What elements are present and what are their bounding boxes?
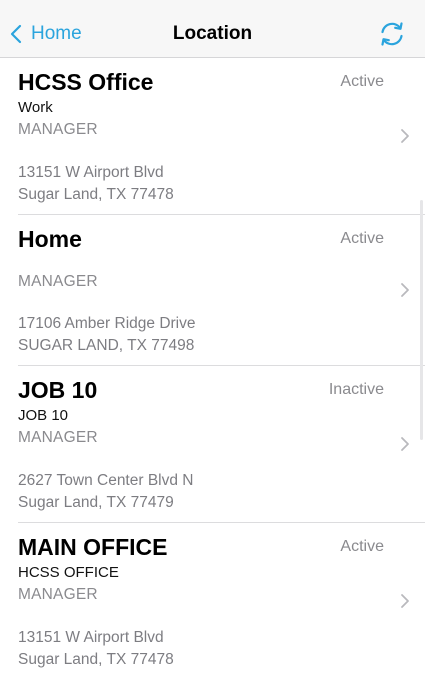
location-address-line2: Sugar Land, TX 77478 bbox=[18, 651, 174, 668]
location-type: JOB 10 bbox=[18, 407, 69, 424]
chevron-right-icon bbox=[400, 128, 410, 144]
location-type: HCSS OFFICE bbox=[18, 564, 119, 581]
location-address-line2: Sugar Land, TX 77479 bbox=[18, 494, 174, 511]
location-name: JOB 10 bbox=[18, 377, 98, 403]
location-role: MANAGER bbox=[18, 429, 98, 446]
location-address-line1: 17106 Amber Ridge Drive bbox=[18, 315, 196, 332]
chevron-right-icon bbox=[400, 436, 410, 452]
location-address-line2: SUGAR LAND, TX 77498 bbox=[18, 337, 195, 354]
refresh-icon bbox=[377, 19, 407, 49]
navigation-bar: Home Location bbox=[0, 0, 425, 58]
location-address-line2: Sugar Land, TX 77478 bbox=[18, 186, 174, 203]
location-address-line1: 2627 Town Center Blvd N bbox=[18, 472, 194, 489]
location-address-line1: 13151 W Airport Blvd bbox=[18, 164, 164, 181]
location-row-main-office[interactable]: MAIN OFFICE Active HCSS OFFICE MANAGER 1… bbox=[0, 523, 425, 680]
location-row-job-10[interactable]: JOB 10 Inactive JOB 10 MANAGER 2627 Town… bbox=[0, 366, 425, 523]
location-name: Home bbox=[18, 226, 82, 252]
location-role: MANAGER bbox=[18, 273, 98, 290]
location-address-line1: 13151 W Airport Blvd bbox=[18, 629, 164, 646]
chevron-left-icon bbox=[10, 24, 22, 44]
location-name: MAIN OFFICE bbox=[18, 534, 168, 560]
location-row-hcss-office[interactable]: HCSS Office Active Work MANAGER 13151 W … bbox=[0, 58, 425, 215]
chevron-right-icon bbox=[400, 593, 410, 609]
back-button[interactable]: Home bbox=[10, 20, 82, 48]
back-button-label: Home bbox=[31, 23, 82, 44]
location-row-home[interactable]: Home Active MANAGER 17106 Amber Ridge Dr… bbox=[0, 215, 425, 366]
refresh-button[interactable] bbox=[377, 19, 407, 49]
location-status: Active bbox=[340, 73, 384, 90]
location-role: MANAGER bbox=[18, 121, 98, 138]
location-status: Inactive bbox=[328, 381, 384, 398]
location-name: HCSS Office bbox=[18, 69, 154, 95]
location-list: HCSS Office Active Work MANAGER 13151 W … bbox=[0, 58, 425, 680]
location-type: Work bbox=[18, 99, 53, 116]
scroll-indicator[interactable] bbox=[420, 200, 423, 440]
chevron-right-icon bbox=[400, 282, 410, 298]
location-role: MANAGER bbox=[18, 586, 98, 603]
location-status: Active bbox=[340, 538, 384, 555]
location-status: Active bbox=[340, 230, 384, 247]
